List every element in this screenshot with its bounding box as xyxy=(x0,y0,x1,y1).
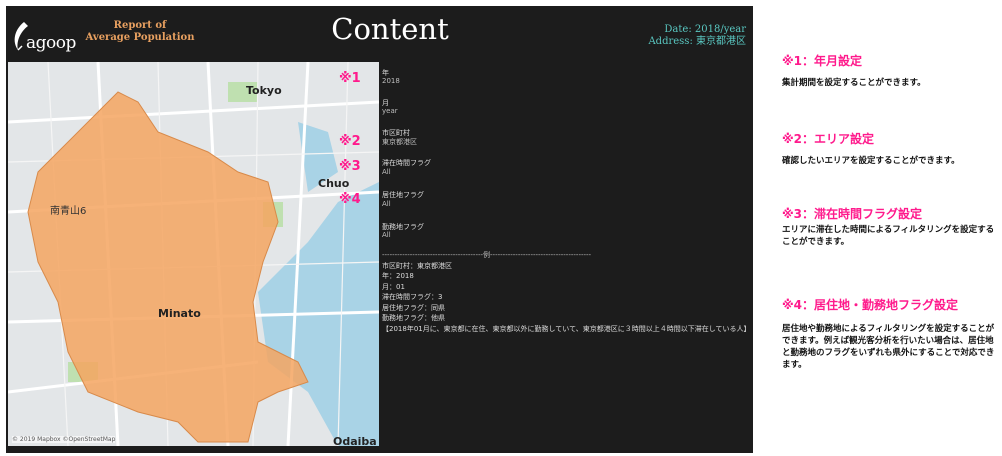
example-line: 市区町村：東京都港区 xyxy=(382,261,452,270)
note-1-body: 集計期間を設定することができます。 xyxy=(782,78,926,88)
filter-year-value[interactable]: 2018 xyxy=(382,77,400,85)
logo-text: agoop xyxy=(26,33,76,53)
note-4: ※4：居住地・勤務地フラグ設定 居住地や勤務地によるフィルタリングを設定すること… xyxy=(782,296,997,371)
filter-residence-value[interactable]: All xyxy=(382,200,391,208)
note-3-heading: ※3：滞在時間フラグ設定 xyxy=(782,207,923,221)
map-view[interactable]: Tokyo Chuo 南青山6 Minato Odaiba © 2019 Map… xyxy=(8,62,379,446)
date-address-info: Date: 2018/year Address: 東京都港区 xyxy=(596,24,746,48)
marker-3: ※3 xyxy=(339,159,361,174)
note-4-heading: ※4：居住地・勤務地フラグ設定 xyxy=(782,298,959,312)
agoop-logo: agoop xyxy=(10,20,76,60)
filter-stay-value[interactable]: All xyxy=(382,168,391,176)
example-line: 年：2018 xyxy=(382,272,414,280)
report-title: Report of Average Population xyxy=(80,20,200,44)
report-line-1: Report of xyxy=(113,20,167,31)
note-2-body: 確認したいエリアを設定することができます。 xyxy=(782,156,960,166)
note-2-heading: ※2：エリア設定 xyxy=(782,132,875,146)
filter-residence-label: 居住地フラグ xyxy=(382,191,424,199)
note-3-body: エリアに滞在した時間によるフィルタリングを設定することができます。 xyxy=(782,225,995,247)
address-label: Address: 東京都港区 xyxy=(648,36,746,47)
map-credit: © 2019 Mapbox ©OpenStreetMap xyxy=(12,436,116,443)
map-label-tokyo: Tokyo xyxy=(246,84,282,97)
marker-2: ※2 xyxy=(339,134,361,149)
filter-stay-label: 滞在時間フラグ xyxy=(382,159,431,167)
note-2: ※2：エリア設定 確認したいエリアを設定することができます。 xyxy=(782,130,997,167)
note-1: ※1：年月設定 集計期間を設定することができます。 xyxy=(782,52,997,89)
map-label-odaiba: Odaiba xyxy=(333,435,377,446)
example-line: 勤務地フラグ：他県 xyxy=(382,314,445,322)
example-line: 滞在時間フラグ：3 xyxy=(382,293,443,301)
filter-municipality-value[interactable]: 東京都港区 xyxy=(382,137,417,147)
filter-month-value[interactable]: year xyxy=(382,107,398,115)
marker-1: ※1 xyxy=(339,71,361,86)
note-4-body: 居住地や勤務地によるフィルタリングを設定することができます。例えば観光客分析を行… xyxy=(782,324,995,370)
page-title: Content xyxy=(331,12,449,46)
filter-workplace-value[interactable]: All xyxy=(382,231,391,239)
map-label-minato: Minato xyxy=(158,307,201,320)
example-line: 居住地フラグ：同県 xyxy=(382,303,445,312)
note-3: ※3：滞在時間フラグ設定 エリアに滞在した時間によるフィルタリングを設定すること… xyxy=(782,205,997,248)
example-separator: ----------------------------------------… xyxy=(382,251,592,259)
example-section: ----------------------------------------… xyxy=(382,250,752,334)
example-summary: 【2018年01月に、東京都に在住、東京都以外に勤務していて、東京都港区に３時間… xyxy=(382,324,751,333)
report-line-2: Average Population xyxy=(85,32,195,43)
map-label-minamiaoyama: 南青山6 xyxy=(50,206,87,217)
date-label: Date: 2018/year xyxy=(664,24,746,35)
map-label-chuo: Chuo xyxy=(318,177,350,190)
marker-4: ※4 xyxy=(339,192,361,207)
note-1-heading: ※1：年月設定 xyxy=(782,54,863,68)
example-line: 月：01 xyxy=(382,282,405,291)
